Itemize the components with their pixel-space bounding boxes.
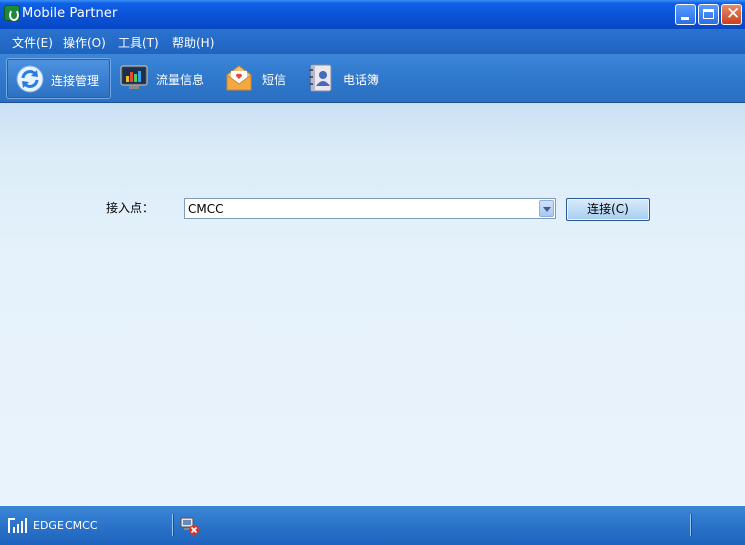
mobile-partner-window: Mobile Partner ✕ 文件(E) 操作(O) 工具(T) 帮助(H)…: [0, 0, 745, 545]
tool-phonebook[interactable]: 电话簿: [305, 58, 390, 99]
minimize-button[interactable]: [675, 4, 696, 25]
operator-name: CMCC: [65, 519, 98, 532]
menu-file[interactable]: 文件(E): [12, 34, 53, 51]
minimize-icon: [681, 17, 689, 20]
close-icon: ✕: [726, 4, 741, 24]
window-title: Mobile Partner: [22, 6, 118, 21]
maximize-button[interactable]: [698, 4, 719, 25]
network-type: EDGE: [33, 519, 64, 532]
connection-panel: 接入点： CMCC 连接(C): [0, 103, 745, 506]
menu-help[interactable]: 帮助(H): [172, 34, 214, 51]
access-point-label: 接入点：: [106, 201, 155, 215]
menu-tools[interactable]: 工具(T): [118, 34, 159, 51]
close-button[interactable]: ✕: [721, 4, 742, 25]
access-point-value: CMCC: [188, 202, 224, 216]
signal-strength-icon: [8, 518, 27, 533]
refresh-icon: [16, 65, 44, 93]
tool-sms[interactable]: 短信: [222, 58, 292, 99]
maximize-icon: [703, 9, 714, 19]
status-bar: EDGE CMCC: [0, 506, 745, 545]
tool-label-connection: 连接管理: [51, 74, 100, 88]
status-divider-right: [690, 514, 692, 536]
title-bar[interactable]: Mobile Partner ✕: [0, 0, 745, 29]
chevron-down-icon[interactable]: [539, 200, 554, 217]
envelope-icon: [226, 65, 252, 91]
app-logo-icon: [4, 5, 20, 21]
access-point-select[interactable]: CMCC: [184, 198, 556, 219]
tool-traffic-info[interactable]: 流量信息: [116, 58, 211, 99]
tool-label-phonebook: 电话簿: [343, 73, 380, 87]
tool-connection-management[interactable]: 连接管理: [6, 58, 111, 99]
menu-bar: 文件(E) 操作(O) 工具(T) 帮助(H): [0, 29, 745, 54]
chart-monitor-icon: [120, 65, 148, 89]
status-divider: [172, 514, 174, 536]
disconnected-icon: [180, 517, 199, 535]
connect-button[interactable]: 连接(C): [566, 198, 650, 221]
toolbar: 连接管理 流量信息 短信 电话簿: [0, 54, 745, 103]
menu-operation[interactable]: 操作(O): [63, 34, 106, 51]
tool-label-traffic: 流量信息: [156, 73, 205, 87]
contacts-book-icon: [309, 64, 332, 92]
tool-label-sms: 短信: [262, 73, 287, 87]
